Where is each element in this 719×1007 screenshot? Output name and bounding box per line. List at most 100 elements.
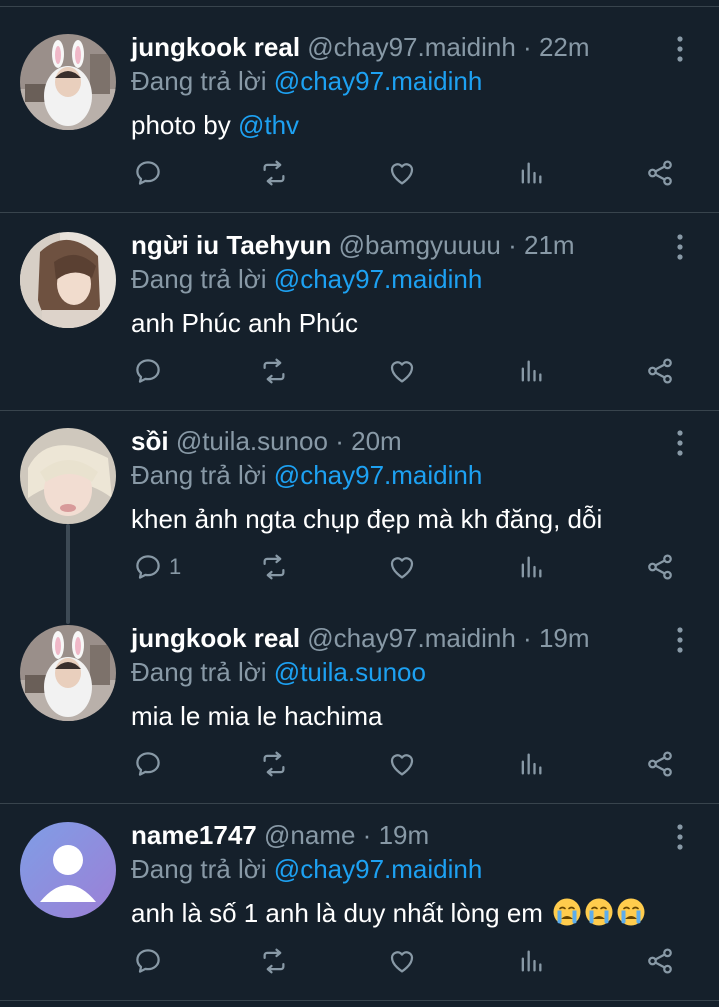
user-handle[interactable]: @chay97.maidinh: [307, 623, 516, 653]
share-button[interactable]: [645, 156, 675, 190]
display-name[interactable]: jungkook real: [131, 623, 300, 653]
reply-icon: [133, 749, 163, 779]
display-name[interactable]: name1747: [131, 820, 257, 850]
retweet-button[interactable]: [259, 156, 289, 190]
replying-to-label: Đang trả lời: [131, 657, 267, 687]
avatar[interactable]: [20, 34, 116, 130]
share-button[interactable]: [645, 944, 675, 978]
reply-button[interactable]: [133, 944, 169, 978]
replying-to-line: Đang trả lời @chay97.maidinh: [131, 852, 482, 886]
tweet[interactable]: jungkook real @chay97.maidinh · 19m Đang…: [0, 621, 719, 803]
tweet-divider: [0, 803, 719, 804]
more-icon: [669, 34, 691, 64]
user-handle[interactable]: @tuila.sunoo: [176, 426, 328, 456]
share-icon: [645, 356, 675, 386]
analytics-button[interactable]: [517, 944, 545, 978]
more-options-button[interactable]: [669, 822, 691, 852]
crying-emoji-icon: [584, 897, 614, 927]
tweet-header: sồi @tuila.sunoo · 20m: [131, 424, 402, 458]
analytics-icon: [517, 357, 545, 385]
like-button[interactable]: [387, 747, 417, 781]
avatar[interactable]: [20, 625, 116, 721]
replying-to-mention[interactable]: @tuila.sunoo: [274, 657, 426, 687]
tweet-divider: [0, 410, 719, 411]
analytics-button[interactable]: [517, 156, 545, 190]
timestamp[interactable]: 21m: [524, 230, 575, 260]
separator-dot: ·: [508, 230, 517, 260]
more-icon: [669, 822, 691, 852]
reply-button[interactable]: [133, 747, 169, 781]
user-handle[interactable]: @chay97.maidinh: [307, 32, 516, 62]
tweet-header: jungkook real @chay97.maidinh · 22m: [131, 30, 590, 64]
more-options-button[interactable]: [669, 625, 691, 655]
tweet-actions: [131, 156, 691, 190]
tweet-text: anh là số 1 anh là duy nhất lòng em: [131, 896, 646, 930]
replying-to-line: Đang trả lời @tuila.sunoo: [131, 655, 426, 689]
like-button[interactable]: [387, 156, 417, 190]
more-icon: [669, 232, 691, 262]
replying-to-mention[interactable]: @chay97.maidinh: [274, 854, 483, 884]
reply-button[interactable]: [133, 354, 169, 388]
tweet-text: khen ảnh ngta chụp đẹp mà kh đăng, dỗi: [131, 502, 602, 536]
replying-to-line: Đang trả lời @chay97.maidinh: [131, 262, 482, 296]
reply-button[interactable]: [133, 156, 169, 190]
analytics-icon: [517, 553, 545, 581]
like-icon: [387, 749, 417, 779]
avatar[interactable]: [20, 232, 116, 328]
more-options-button[interactable]: [669, 34, 691, 64]
share-icon: [645, 158, 675, 188]
analytics-button[interactable]: [517, 747, 545, 781]
share-button[interactable]: [645, 747, 675, 781]
separator-dot: ·: [362, 820, 372, 850]
tweet[interactable]: sồi @tuila.sunoo · 20m Đang trả lời @cha…: [0, 424, 719, 606]
timestamp[interactable]: 22m: [539, 32, 590, 62]
replying-to-label: Đang trả lời: [131, 264, 267, 294]
retweet-button[interactable]: [259, 747, 289, 781]
user-handle[interactable]: @name: [264, 820, 355, 850]
tweet-text-content: anh là số 1 anh là duy nhất lòng em: [131, 898, 551, 928]
reply-icon: [133, 552, 163, 582]
display-name[interactable]: sồi: [131, 426, 169, 456]
reply-button[interactable]: 1: [133, 550, 181, 584]
like-icon: [387, 356, 417, 386]
retweet-button[interactable]: [259, 944, 289, 978]
like-button[interactable]: [387, 550, 417, 584]
avatar[interactable]: [20, 428, 116, 524]
tweet[interactable]: jungkook real @chay97.maidinh · 22m Đang…: [0, 30, 719, 212]
share-button[interactable]: [645, 354, 675, 388]
share-button[interactable]: [645, 550, 675, 584]
separator-dot: ·: [523, 32, 532, 62]
timestamp[interactable]: 19m: [539, 623, 590, 653]
avatar[interactable]: [20, 822, 116, 918]
tweet-actions: [131, 747, 691, 781]
replying-to-mention[interactable]: @chay97.maidinh: [274, 264, 483, 294]
user-handle[interactable]: @bamgyuuuu: [339, 230, 501, 260]
tweet-actions: [131, 354, 691, 388]
retweet-button[interactable]: [259, 354, 289, 388]
separator-dot: ·: [335, 426, 344, 456]
more-options-button[interactable]: [669, 428, 691, 458]
retweet-icon: [259, 552, 289, 582]
tweet-mention-link[interactable]: @thv: [238, 110, 299, 140]
like-button[interactable]: [387, 944, 417, 978]
display-name[interactable]: jungkook real: [131, 32, 300, 62]
replying-to-mention[interactable]: @chay97.maidinh: [274, 66, 483, 96]
retweet-button[interactable]: [259, 550, 289, 584]
reply-count: 1: [169, 554, 182, 579]
analytics-button[interactable]: [517, 550, 545, 584]
tweet-actions: [131, 944, 691, 978]
reply-icon: [133, 158, 163, 188]
more-options-button[interactable]: [669, 232, 691, 262]
timestamp[interactable]: 19m: [379, 820, 430, 850]
replying-to-label: Đang trả lời: [131, 66, 267, 96]
analytics-button[interactable]: [517, 354, 545, 388]
analytics-icon: [517, 947, 545, 975]
display-name[interactable]: ngừi iu Taehyun: [131, 230, 331, 260]
like-button[interactable]: [387, 354, 417, 388]
tweet[interactable]: ngừi iu Taehyun @bamgyuuuu · 21m Đang tr…: [0, 228, 719, 410]
tweet-text-content: photo by: [131, 110, 238, 140]
tweet-header: name1747 @name · 19m: [131, 818, 429, 852]
replying-to-mention[interactable]: @chay97.maidinh: [274, 460, 483, 490]
timestamp[interactable]: 20m: [351, 426, 402, 456]
tweet[interactable]: name1747 @name · 19m Đang trả lời @chay9…: [0, 818, 719, 1000]
